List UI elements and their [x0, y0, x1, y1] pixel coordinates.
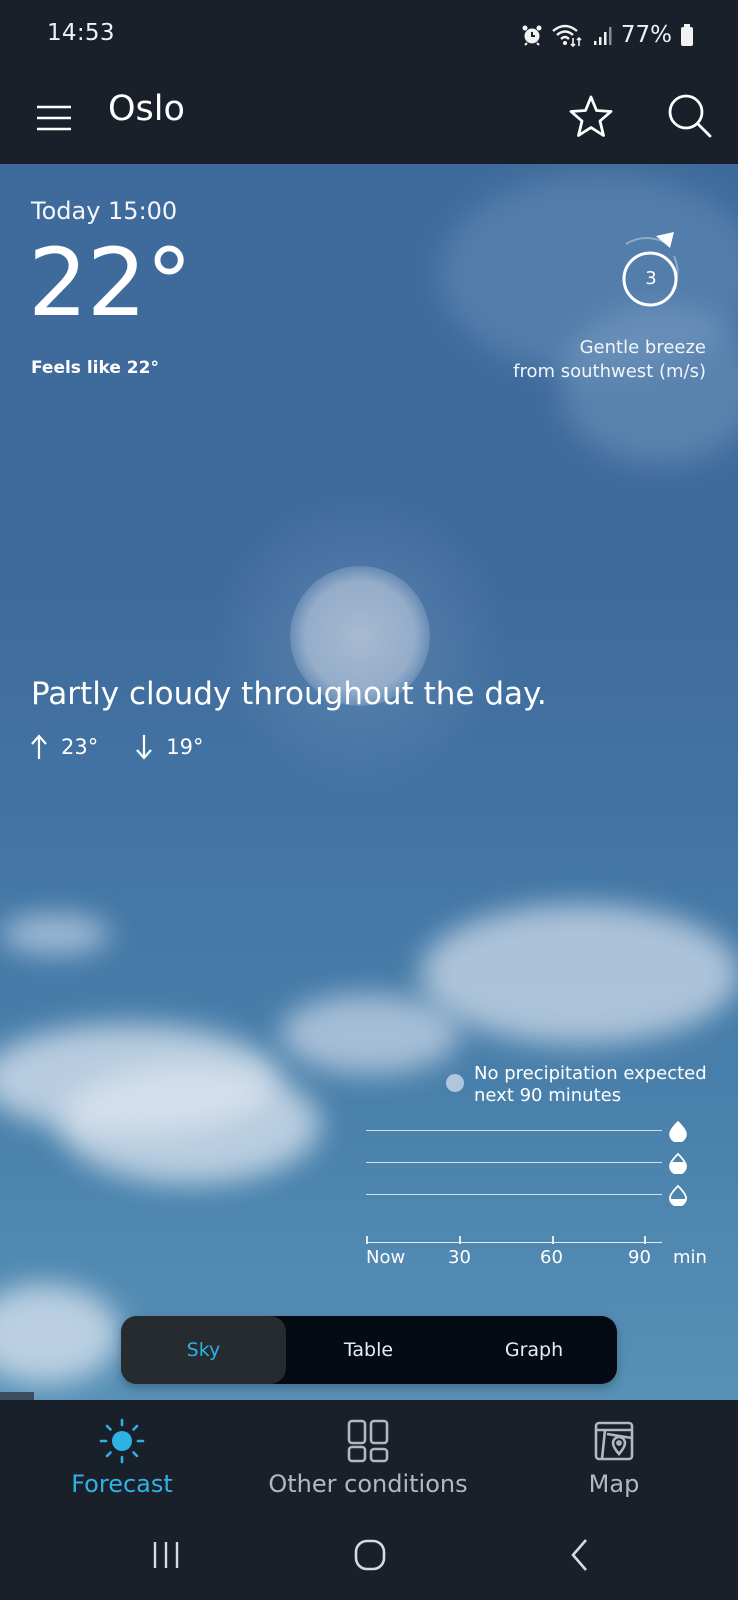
nav-other-conditions-label: Other conditions: [268, 1470, 468, 1498]
axis-tick: [644, 1236, 646, 1244]
axis-tick: [459, 1236, 461, 1244]
tab-graph[interactable]: Graph: [451, 1316, 617, 1384]
recent-apps-icon: [153, 1542, 179, 1568]
feels-like: Feels like 22°: [31, 358, 159, 378]
status-icons: 77%: [521, 20, 694, 50]
app-bar: Oslo: [0, 72, 738, 164]
cloud: [0, 914, 110, 954]
wind-description-line1: Gentle breeze: [579, 337, 706, 358]
back-icon: [571, 1539, 587, 1571]
edge-handle: [0, 1392, 34, 1400]
grid-line-heavy: [366, 1130, 662, 1131]
axis-unit: min: [673, 1247, 707, 1268]
menu-button[interactable]: [30, 94, 78, 142]
moderate-rain-drop-icon: [669, 1152, 687, 1174]
axis-tick: [366, 1236, 368, 1244]
signal-icon: [593, 24, 613, 46]
axis-label-90: 90: [628, 1247, 651, 1268]
heavy-rain-drop-icon: [669, 1120, 687, 1142]
grid-line-moderate: [366, 1162, 662, 1163]
forecast-time: Today 15:00: [31, 197, 178, 225]
system-nav-bar: [0, 1510, 738, 1600]
home-icon: [354, 1539, 386, 1571]
wind-description-line2: from southwest (m/s): [513, 361, 706, 382]
precipitation-chart: Now 30 60 90 min: [366, 1120, 707, 1268]
high-low: 23° 19°: [31, 734, 203, 760]
sky-view: Today 15:00 22° Feels like 22° 3 Gentle …: [0, 164, 738, 1400]
precipitation-message-line2: next 90 minutes: [474, 1085, 622, 1106]
back-button[interactable]: [550, 1530, 610, 1580]
cloud: [280, 994, 460, 1074]
light-rain-drop-icon: [669, 1184, 687, 1206]
bottom-nav: Forecast Other conditions Map: [0, 1400, 738, 1510]
high-temp: 23°: [31, 734, 98, 760]
nav-forecast-label: Forecast: [71, 1470, 173, 1498]
nav-forecast[interactable]: Forecast: [62, 1400, 182, 1510]
status-bar: 14:53 77%: [0, 0, 738, 72]
axis-label-60: 60: [540, 1247, 563, 1268]
star-icon: [569, 95, 613, 137]
axis-label-30: 30: [448, 1247, 471, 1268]
grid-line-light: [366, 1194, 662, 1195]
arrow-up-icon: [31, 734, 47, 759]
wifi-icon: [551, 22, 585, 48]
map-icon: [590, 1418, 638, 1464]
city-title: Oslo: [108, 89, 185, 129]
battery-icon: [680, 23, 694, 47]
axis-tick: [552, 1236, 554, 1244]
recent-apps-button[interactable]: [136, 1530, 196, 1580]
tab-table[interactable]: Table: [286, 1316, 451, 1384]
cloud: [560, 304, 738, 464]
precipitation-indicator: [446, 1074, 464, 1092]
cloud: [60, 1064, 320, 1184]
wind-speed: 3: [645, 268, 657, 289]
tab-sky[interactable]: Sky: [121, 1316, 286, 1384]
search-button[interactable]: [664, 90, 716, 142]
cloud: [420, 904, 738, 1044]
time-axis: [366, 1242, 662, 1243]
battery-percent: 77%: [620, 22, 672, 48]
precipitation-message-line1: No precipitation expected: [474, 1063, 707, 1084]
grid-icon: [344, 1418, 392, 1464]
status-time: 14:53: [47, 20, 115, 46]
search-icon: [668, 94, 712, 138]
menu-icon: [37, 105, 71, 131]
nav-map[interactable]: Map: [564, 1400, 664, 1510]
low-temp: 19°: [136, 734, 203, 760]
home-button[interactable]: [340, 1530, 400, 1580]
arrow-down-icon: [136, 735, 153, 760]
cloud: [0, 1284, 120, 1384]
weather-summary: Partly cloudy throughout the day.: [31, 676, 547, 712]
axis-label-now: Now: [366, 1247, 406, 1268]
nav-other-conditions[interactable]: Other conditions: [266, 1400, 470, 1510]
high-temp-value: 23°: [61, 735, 99, 759]
sun-icon: [98, 1418, 146, 1464]
wind-description: Gentle breeze from southwest (m/s): [513, 336, 706, 384]
view-switcher: Sky Table Graph: [121, 1316, 617, 1384]
current-temperature: 22°: [28, 229, 193, 338]
nav-map-label: Map: [588, 1470, 640, 1498]
alarm-icon: [521, 24, 543, 46]
precipitation-message: No precipitation expected next 90 minute…: [474, 1063, 707, 1107]
favorite-button[interactable]: [566, 92, 616, 142]
low-temp-value: 19°: [166, 735, 204, 759]
